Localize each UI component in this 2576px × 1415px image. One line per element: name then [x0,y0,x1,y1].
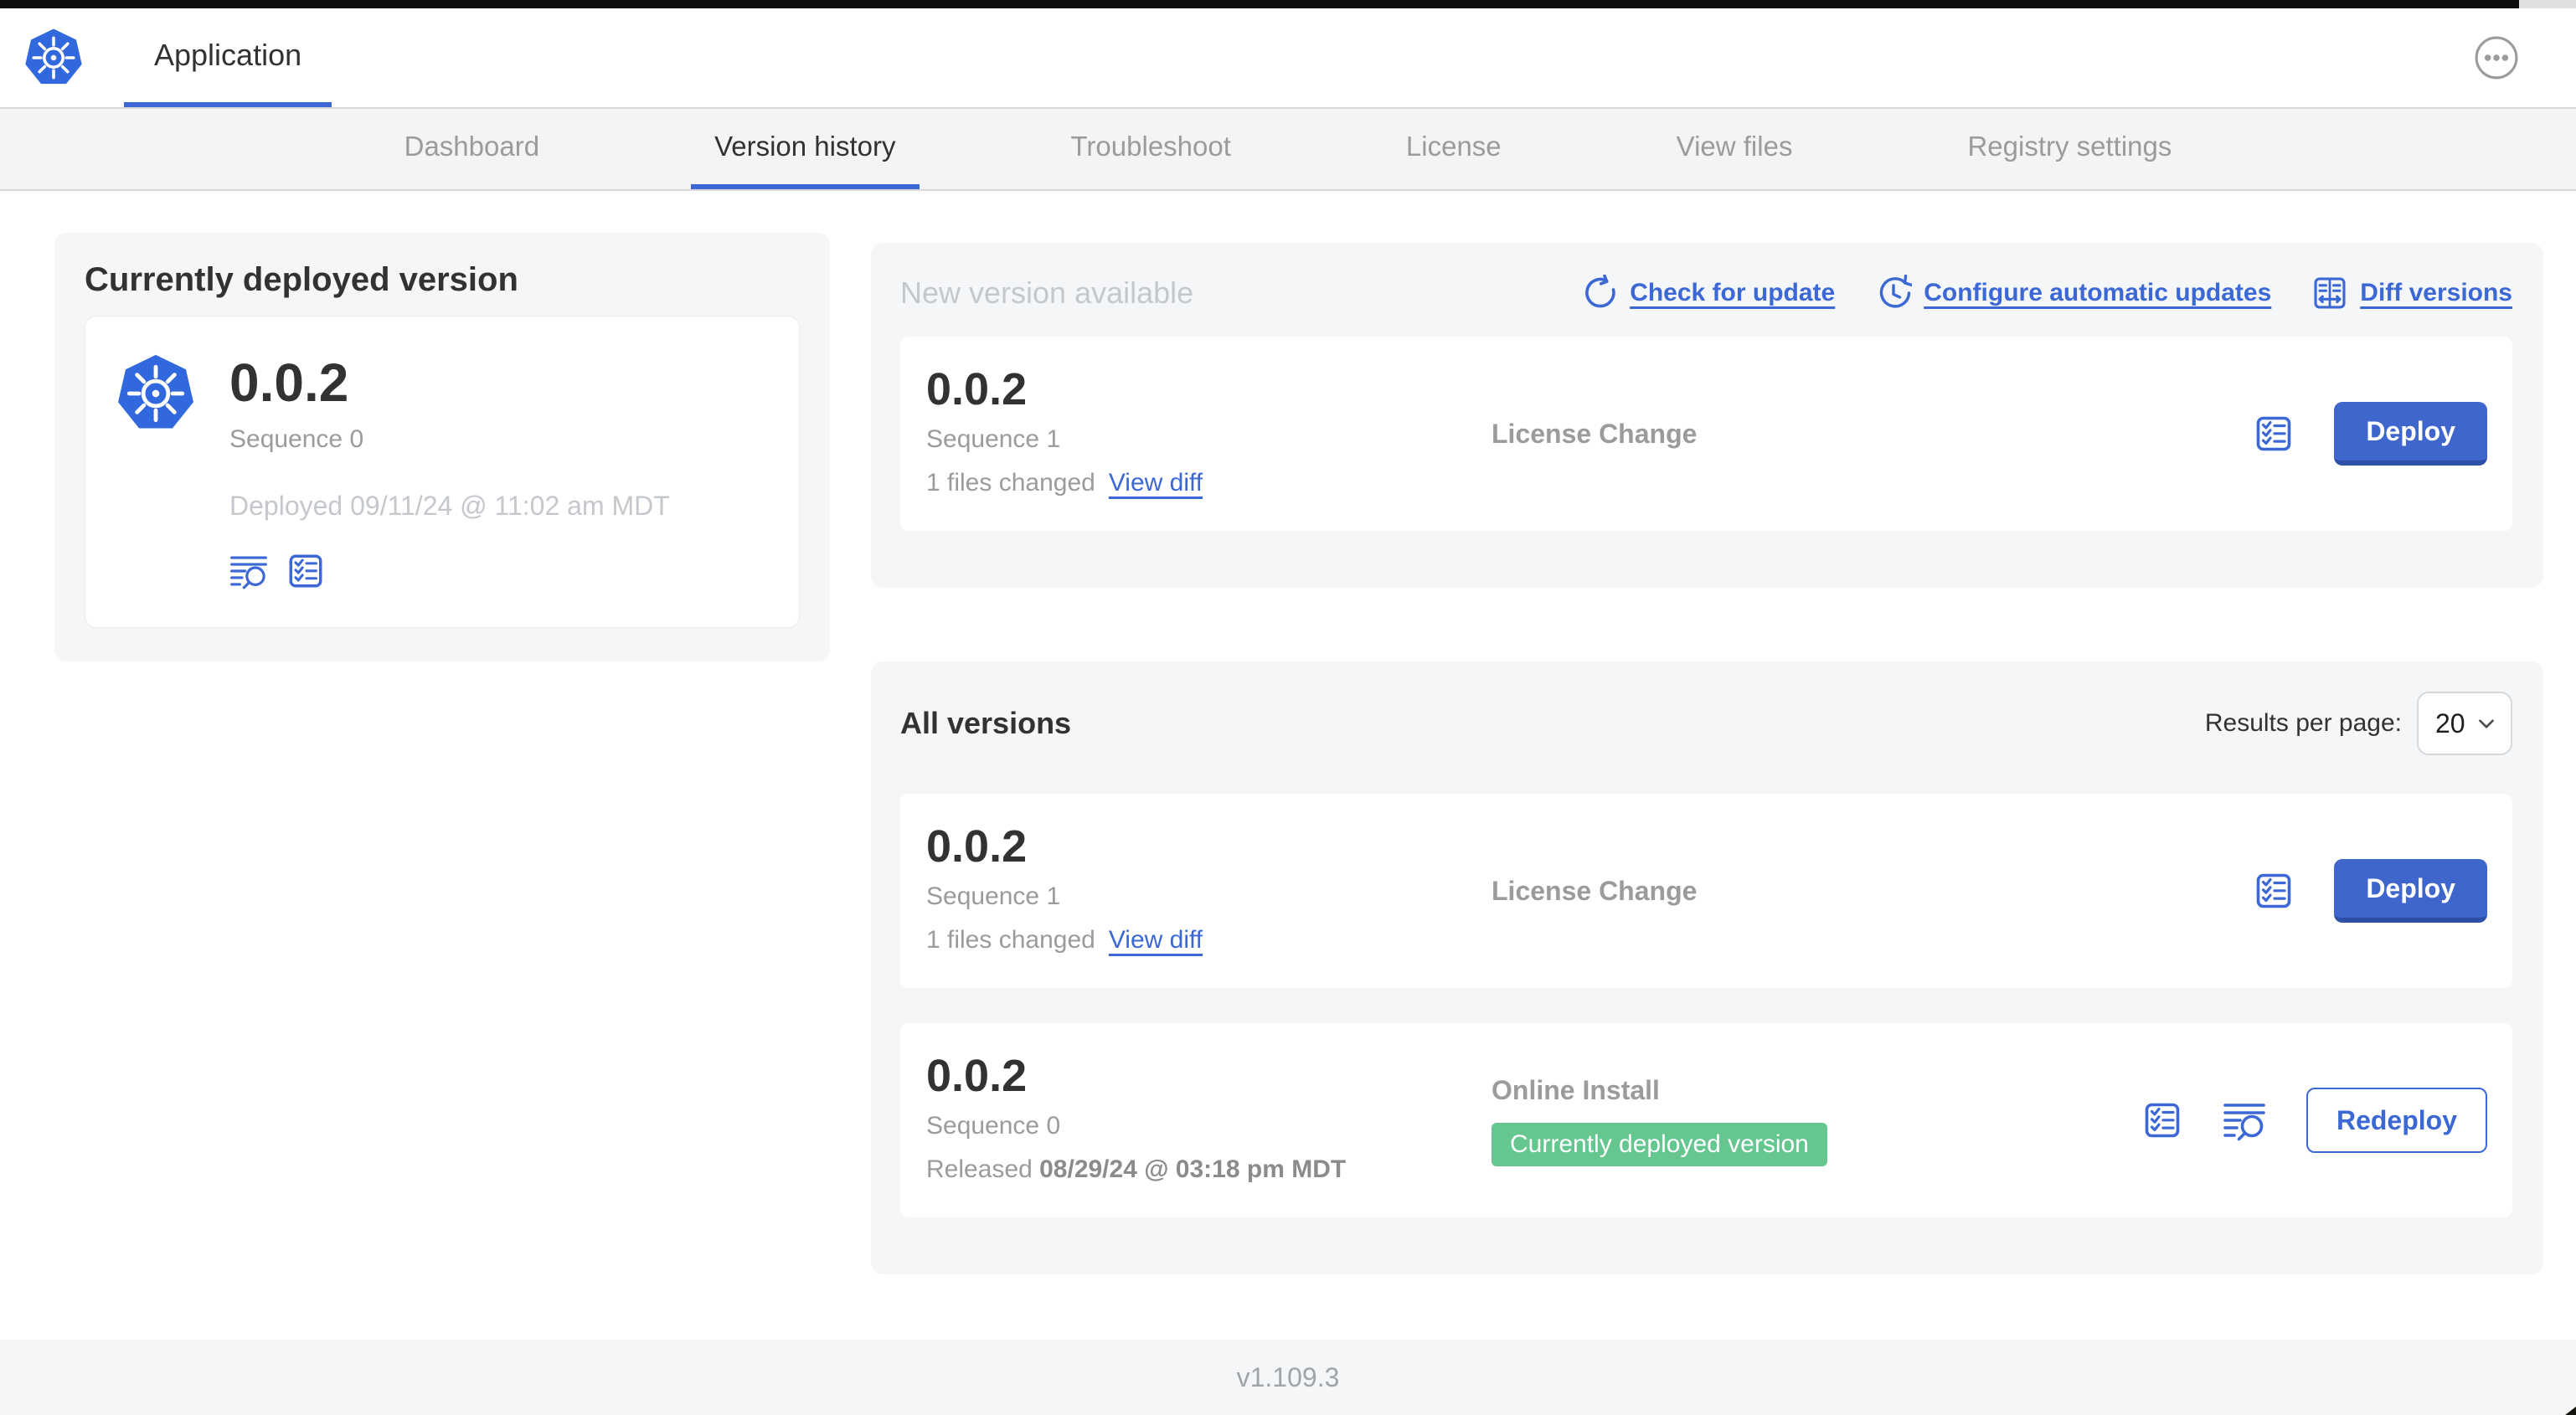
app-header: Application [0,8,2576,107]
results-per-page-label: Results per page: [2204,709,2402,737]
version-row-sequence-0: 0.0.2 Sequence 0 Released 08/29/24 @ 03:… [900,1023,2512,1217]
currently-deployed-card: Currently deployed version 0.0.2 Sequenc… [54,233,830,661]
diff-versions-label: Diff versions [2360,279,2512,306]
version-number: 0.0.2 [926,1051,1028,1101]
version-sequence: Sequence 1 [926,425,1061,453]
version-history-column: New version available Check for update C… [871,243,2543,1274]
new-version-row: 0.0.2 Sequence 1 1 files changed View di… [900,337,2512,531]
version-row-actions: Deploy [2254,365,2487,502]
checklist-icon [286,552,325,590]
tab-dashboard[interactable]: Dashboard [381,109,563,189]
admin-console-version: v1.109.3 [1236,1361,1340,1392]
deploy-button[interactable]: Deploy [2334,402,2487,466]
version-source: License Change [1492,822,2254,960]
tab-license[interactable]: License [1383,109,1525,189]
files-changed-label: 1 files changed [926,469,1095,497]
version-rows: 0.0.2 Sequence 1 1 files changed View di… [900,794,2512,1217]
tab-application-label: Application [154,38,302,72]
tab-registry-settings[interactable]: Registry settings [1944,109,2195,189]
tab-application[interactable]: Application [124,8,332,107]
checklist-icon [2254,871,2294,911]
preflight-checks-button[interactable] [286,552,325,590]
files-changed: 1 files changed View diff [926,469,1492,497]
results-per-page-value: 20 [2435,708,2465,738]
redeploy-button[interactable]: Redeploy [2306,1088,2487,1153]
currently-deployed-title: Currently deployed version [85,261,518,298]
view-diff-link[interactable]: View diff [1109,469,1203,497]
files-changed: 1 files changed View diff [926,926,1492,954]
new-version-card: New version available Check for update C… [871,243,2543,588]
logs-icon [229,552,268,590]
version-actions: Check for update Configure automatic upd… [1581,275,2512,311]
version-number: 0.0.2 [926,364,1028,414]
diff-versions-link[interactable]: Diff versions [2311,275,2512,311]
checklist-icon [2254,414,2294,454]
preflight-checks-button[interactable] [2254,871,2294,911]
view-diff-link[interactable]: View diff [1109,926,1203,954]
deployed-version-panel: 0.0.2 Sequence 0 Deployed 09/11/24 @ 11:… [85,316,800,628]
version-row-sequence-1: 0.0.2 Sequence 1 1 files changed View di… [900,794,2512,988]
new-version-heading: New version available [900,275,1194,310]
view-logs-button[interactable] [2223,1099,2266,1142]
tab-version-history[interactable]: Version history [691,109,920,189]
preflight-checks-button[interactable] [2142,1100,2182,1140]
all-versions-card: All versions Results per page: 20 0.0.2 … [871,661,2543,1274]
clock-arrows-icon [1875,275,1912,311]
files-changed-label: 1 files changed [926,926,1095,954]
all-versions-header: All versions Results per page: 20 [900,692,2512,755]
version-source-label: License Change [1492,418,1698,449]
main-content: Currently deployed version 0.0.2 Sequenc… [0,191,2576,1274]
screen-top-edge [0,0,2576,8]
new-version-header: New version available Check for update C… [900,273,2512,313]
version-source-label: Online Install [1492,1074,1660,1105]
app-nav: Dashboard Version history Troubleshoot L… [0,107,2576,191]
version-info: 0.0.2 Sequence 0 Released 08/29/24 @ 03:… [926,1052,1492,1189]
deployed-actions [229,552,670,590]
version-source: Online Install Currently deployed versio… [1492,1052,2142,1189]
app-footer: v1.109.3 [0,1340,2576,1415]
chevron-down-icon [2476,713,2497,734]
tab-troubleshoot[interactable]: Troubleshoot [1048,109,1255,189]
all-versions-heading: All versions [900,706,1072,740]
released-timestamp: Released 08/29/24 @ 03:18 pm MDT [926,1155,1492,1184]
released-date: 08/29/24 @ 03:18 pm MDT [1039,1155,1347,1183]
check-for-update-label: Check for update [1630,279,1836,306]
checklist-icon [2142,1100,2182,1140]
version-sequence: Sequence 1 [926,882,1061,910]
version-source: License Change [1492,365,2254,502]
app-logo [23,8,84,107]
deploy-button[interactable]: Deploy [2334,859,2487,923]
tab-view-files[interactable]: View files [1653,109,1816,189]
currently-deployed-badge: Currently deployed version [1492,1122,1827,1166]
results-per-page-select[interactable]: 20 [2417,692,2512,755]
released-prefix: Released [926,1155,1033,1183]
diff-icon [2311,275,2348,311]
results-per-page: Results per page: 20 [2205,692,2512,755]
version-row-actions: Redeploy [2142,1052,2487,1189]
version-info: 0.0.2 Sequence 1 1 files changed View di… [926,822,1492,960]
check-for-update-link[interactable]: Check for update [1581,275,1835,311]
version-source-label: License Change [1492,875,1698,906]
version-row-actions: Deploy [2254,822,2487,960]
logs-icon [2223,1099,2266,1142]
deployed-version-details: 0.0.2 Sequence 0 Deployed 09/11/24 @ 11:… [229,353,670,590]
configure-automatic-updates-label: Configure automatic updates [1924,279,2272,306]
view-logs-button[interactable] [229,552,268,590]
preflight-checks-button[interactable] [2254,414,2294,454]
deployed-sequence: Sequence 0 [229,425,364,453]
version-info: 0.0.2 Sequence 1 1 files changed View di… [926,365,1492,502]
version-sequence: Sequence 0 [926,1112,1061,1140]
screen-top-edge-dark [0,0,2519,8]
kubernetes-logo [23,28,84,88]
version-number: 0.0.2 [926,821,1028,872]
deployed-version-number: 0.0.2 [229,352,349,413]
more-menu-button[interactable] [2474,35,2519,80]
kubernetes-logo [116,353,196,434]
ellipsis-icon [2474,35,2519,80]
configure-automatic-updates-link[interactable]: Configure automatic updates [1875,275,2271,311]
refresh-icon [1581,275,1618,311]
deployed-timestamp: Deployed 09/11/24 @ 11:02 am MDT [229,491,670,521]
